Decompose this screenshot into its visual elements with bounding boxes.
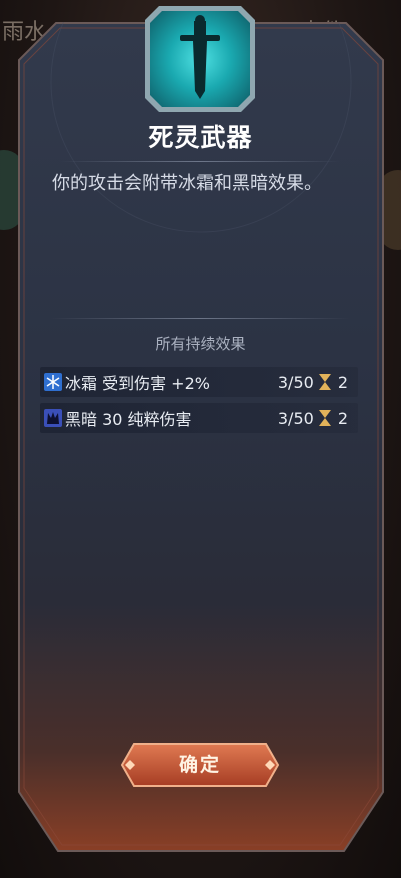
- effect-turns: 2: [337, 408, 348, 428]
- section-divider: [50, 318, 350, 319]
- dagger-icon: [180, 15, 220, 99]
- skill-description: 你的攻击会附带冰霜和黑暗效果。: [52, 173, 322, 194]
- effect-label: 冰霜 受到伤害 +2%: [65, 374, 210, 393]
- effect-label: 黑暗 30 纯粹伤害: [65, 410, 192, 429]
- confirm-button[interactable]: 确定: [120, 742, 280, 788]
- title-divider: [60, 161, 340, 162]
- hourglass-icon: [318, 410, 331, 426]
- darkness-icon: [44, 409, 62, 427]
- effects-section-header: 所有持续效果: [155, 335, 246, 353]
- effect-row: 冰霜 受到伤害 +2% 3/50 2: [40, 367, 358, 397]
- snowflake-icon: [44, 373, 62, 391]
- effect-row: 黑暗 30 纯粹伤害 3/50 2: [40, 403, 358, 433]
- effect-turns: 2: [337, 372, 348, 392]
- dialog-title: 死灵武器: [148, 123, 253, 152]
- hourglass-icon: [318, 374, 331, 390]
- effect-stacks: 3/50: [277, 372, 314, 392]
- effect-stacks: 3/50: [277, 408, 314, 428]
